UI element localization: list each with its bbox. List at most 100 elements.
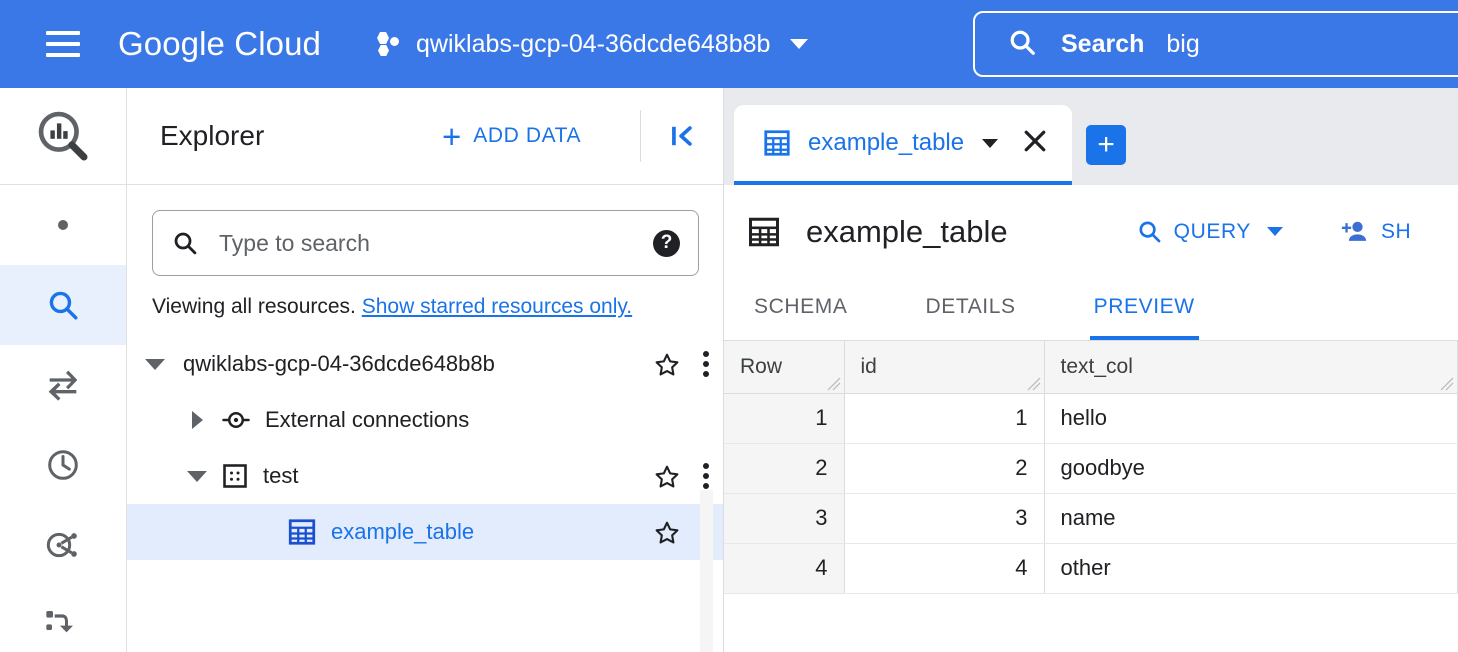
search-input[interactable]: Type to search ? <box>152 210 699 276</box>
chevron-down-icon <box>790 39 809 49</box>
table-cell: hello <box>1044 393 1458 444</box>
tree-item-label: test <box>263 463 299 489</box>
tree-item-external-connections[interactable]: External connections <box>127 392 723 448</box>
explorer-scrollbar[interactable] <box>700 490 713 652</box>
table-body: 1 1 hello 2 2 goodbye 3 3 name 4 4 other <box>724 393 1458 594</box>
more-options-kebab-icon[interactable] <box>697 347 709 381</box>
row-number-cell: 4 <box>724 543 845 594</box>
search-icon <box>49 291 78 320</box>
new-tab-button[interactable]: + <box>1086 125 1127 165</box>
google-cloud-logo[interactable]: Google Cloud <box>118 25 321 63</box>
column-resize-handle-icon[interactable] <box>1027 377 1041 391</box>
table-icon <box>764 130 790 156</box>
expand-collapse-triangle-icon[interactable] <box>141 350 169 378</box>
row-number-cell: 2 <box>724 443 845 494</box>
tab-details[interactable]: DETAILS <box>921 278 1019 340</box>
column-resize-handle-icon[interactable] <box>1440 377 1454 391</box>
add-data-button[interactable]: + ADD DATA <box>442 120 581 153</box>
tree-item-label: External connections <box>265 407 470 433</box>
table-row[interactable]: 4 4 other <box>724 543 1458 594</box>
project-selector-icon <box>377 31 403 57</box>
star-icon[interactable] <box>653 519 679 545</box>
table-header-row: Row id text_col <box>724 341 1458 394</box>
show-starred-link[interactable]: Show starred resources only. <box>362 295 632 318</box>
scheduled-queries-clock-icon <box>48 450 78 480</box>
tree-item-test[interactable]: test <box>127 448 723 504</box>
search-icon <box>1007 27 1037 62</box>
column-header-id[interactable]: id <box>844 341 1045 394</box>
share-button[interactable]: SH <box>1338 218 1411 246</box>
star-icon[interactable] <box>653 463 679 489</box>
rail-item-data-transfers[interactable] <box>0 345 126 425</box>
project-selector[interactable]: qwiklabs-gcp-04-36dcde648b8b <box>377 29 809 59</box>
star-icon[interactable] <box>653 351 679 377</box>
collapse-panel-button[interactable] <box>665 119 699 153</box>
expand-collapse-triangle-icon[interactable] <box>183 406 211 434</box>
table-row[interactable]: 1 1 hello <box>724 393 1458 444</box>
table-cell: other <box>1044 543 1458 594</box>
rail-item-search[interactable] <box>0 265 126 345</box>
expand-collapse-triangle-icon[interactable] <box>183 462 211 490</box>
column-header-row[interactable]: Row <box>724 341 845 394</box>
rail-item-dataflow-job[interactable] <box>0 585 126 652</box>
table-row[interactable]: 2 2 goodbye <box>724 443 1458 494</box>
table-cell: 4 <box>844 543 1045 594</box>
dataset-icon <box>221 462 249 490</box>
viewing-status: Viewing all resources. Show starred reso… <box>127 276 723 322</box>
person-add-icon <box>1338 218 1370 246</box>
search-input[interactable]: Search big <box>973 11 1458 77</box>
column-header-label: text_col <box>1060 354 1133 378</box>
share-label: SH <box>1380 219 1412 243</box>
help-icon[interactable]: ? <box>653 229 680 257</box>
project-name-label: qwiklabs-gcp-04-36dcde648b8b <box>416 29 771 58</box>
header-divider <box>640 110 641 162</box>
table-row[interactable]: 3 3 name <box>724 493 1458 544</box>
data-transfers-icon <box>48 370 78 401</box>
row-number-cell: 1 <box>724 393 845 444</box>
document-tab-example-table[interactable]: example_table <box>734 105 1073 185</box>
plus-icon: + <box>442 117 462 155</box>
search-value: big <box>1166 29 1200 58</box>
hamburger-icon[interactable] <box>46 31 80 57</box>
search-placeholder: Type to search <box>219 229 370 256</box>
table-cell: name <box>1044 493 1458 544</box>
table-cell: 1 <box>844 393 1045 444</box>
external-connections-icon <box>221 405 251 435</box>
top-navigation-bar: Google Cloud qwiklabs-gcp-04-36dcde648b8… <box>0 0 1458 88</box>
tree-item-qwiklabs-gcp-04-36dcde648b8b[interactable]: qwiklabs-gcp-04-36dcde648b8b <box>127 336 723 392</box>
document-tab-strip: example_table + <box>724 88 1458 185</box>
content-tabs: SCHEMA DETAILS PREVIEW <box>724 278 1458 341</box>
main-content: example_table + example_table QUERY SH S… <box>724 88 1458 652</box>
column-resize-handle-icon[interactable] <box>827 377 841 391</box>
table-icon <box>749 217 779 246</box>
bigquery-console: Google Cloud qwiklabs-gcp-04-36dcde648b8… <box>0 0 1458 652</box>
column-header-label: Row <box>740 354 783 378</box>
table-cell: goodbye <box>1044 443 1458 494</box>
tab-schema[interactable]: SCHEMA <box>750 278 851 340</box>
explorer-panel: Explorer + ADD DATA Type to search ? Vie… <box>127 88 724 652</box>
bigquery-logo-icon[interactable] <box>0 88 126 185</box>
analytics-hub-icon <box>46 532 77 558</box>
table-icon <box>287 517 317 547</box>
preview-table: Row id text_col 1 1 hello 2 2 goodbye 3 3 name 4 4 ot… <box>724 341 1458 594</box>
close-icon[interactable] <box>1020 126 1050 161</box>
search-icon <box>1136 218 1163 245</box>
collapse-panel-icon <box>672 126 692 146</box>
rail-item-dot[interactable] <box>0 185 126 265</box>
viewing-text: Viewing all resources. <box>152 295 356 318</box>
more-options-kebab-icon[interactable] <box>697 459 709 493</box>
tree-item-example-table[interactable]: example_table <box>127 504 723 561</box>
table-cell: 3 <box>844 493 1045 544</box>
left-icon-rail <box>0 88 127 652</box>
resource-tree: qwiklabs-gcp-04-36dcde648b8b External con… <box>127 336 723 561</box>
tree-item-label: qwiklabs-gcp-04-36dcde648b8b <box>183 351 495 377</box>
rail-item-analytics-hub[interactable] <box>0 505 126 585</box>
rail-item-scheduled-queries[interactable] <box>0 425 126 505</box>
chevron-down-icon[interactable] <box>982 138 999 148</box>
tab-preview[interactable]: PREVIEW <box>1089 278 1199 340</box>
search-icon <box>174 232 197 255</box>
column-header-text_col[interactable]: text_col <box>1044 341 1458 394</box>
column-header-label: id <box>860 354 877 378</box>
dataflow-job-icon <box>46 611 73 633</box>
query-button[interactable]: QUERY <box>1136 218 1283 245</box>
